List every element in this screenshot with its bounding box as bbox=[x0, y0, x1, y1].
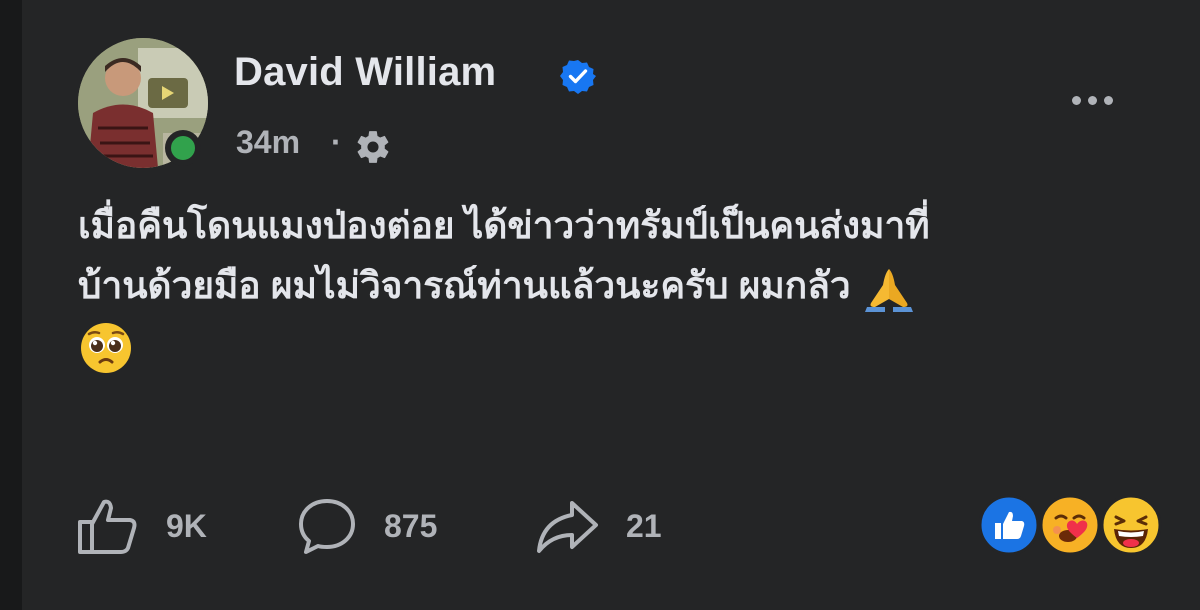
post-text-line bbox=[78, 316, 1158, 376]
post-text-line: เมื่อคืนโดนแมงป่องต่อย ได้ข่าวว่าทรัมป์เ… bbox=[78, 205, 930, 246]
like-button[interactable]: 9K bbox=[76, 496, 207, 556]
gear-icon[interactable] bbox=[354, 128, 392, 166]
thumbs-up-icon bbox=[78, 499, 137, 554]
love-heart-face-icon bbox=[1039, 494, 1101, 556]
laughing-reaction-icon bbox=[1100, 494, 1162, 556]
more-icon bbox=[1071, 95, 1081, 105]
share-count: 21 bbox=[626, 507, 662, 544]
reactions-summary[interactable] bbox=[978, 494, 1162, 556]
share-button[interactable]: 21 bbox=[534, 496, 662, 556]
post-body: เมื่อคืนโดนแมงป่องต่อย ได้ข่าวว่าทรัมป์เ… bbox=[78, 196, 1158, 376]
more-options-button[interactable] bbox=[1058, 80, 1126, 120]
comment-bubble-icon bbox=[299, 499, 355, 554]
window-edge bbox=[0, 0, 22, 610]
pleading-face-icon bbox=[81, 323, 131, 374]
verified-badge-icon bbox=[560, 60, 596, 94]
like-count: 9K bbox=[166, 507, 207, 544]
post-timestamp[interactable]: 34m bbox=[236, 124, 300, 161]
comment-count: 875 bbox=[384, 507, 438, 544]
share-arrow-icon bbox=[537, 501, 598, 553]
online-status-indicator bbox=[165, 130, 201, 166]
post-text-line: บ้านด้วยมือ ผมไม่วิจารณ์ท่านแล้วนะครับ ผ… bbox=[78, 256, 1158, 316]
facebook-post: David William 34m · เมื่อคืนโดนแมงป่องต่… bbox=[0, 0, 1200, 610]
author-name[interactable]: David William bbox=[234, 50, 496, 95]
meta-separator: · bbox=[331, 124, 342, 160]
comment-button[interactable]: 875 bbox=[296, 496, 437, 556]
folded-hands-icon bbox=[864, 269, 913, 313]
like-reaction-icon bbox=[978, 494, 1040, 556]
